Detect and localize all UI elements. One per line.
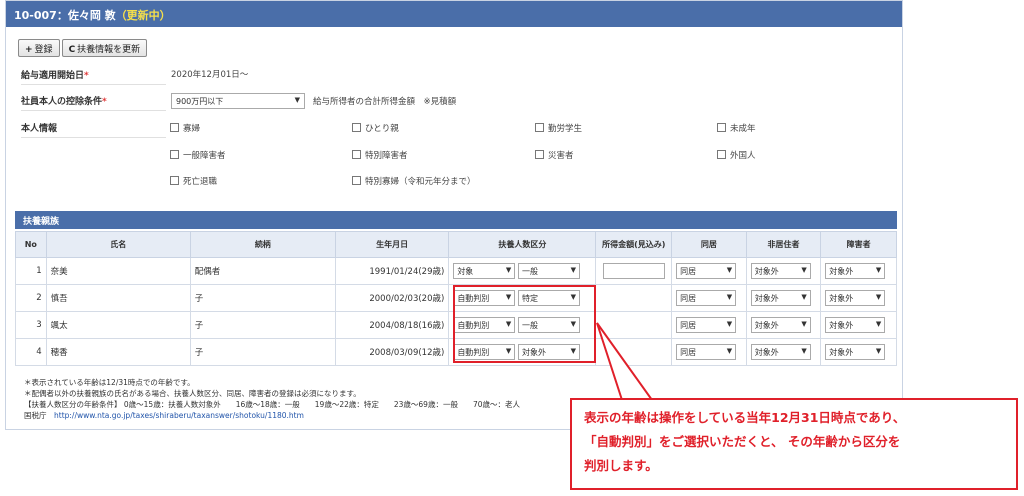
callout-annotation: 表示の年齢は操作をしている当年12月31日時点であり、 「自動判別」をご選択いた…: [570, 398, 1018, 490]
callout-line-2: 「自動判別」をご選択いただくと、 その年齢から区分を: [584, 434, 901, 449]
callout-line-1: 表示の年齢は操作をしている当年12月31日時点であり、: [584, 410, 906, 425]
callout-line-3: 判別します。: [584, 458, 658, 473]
